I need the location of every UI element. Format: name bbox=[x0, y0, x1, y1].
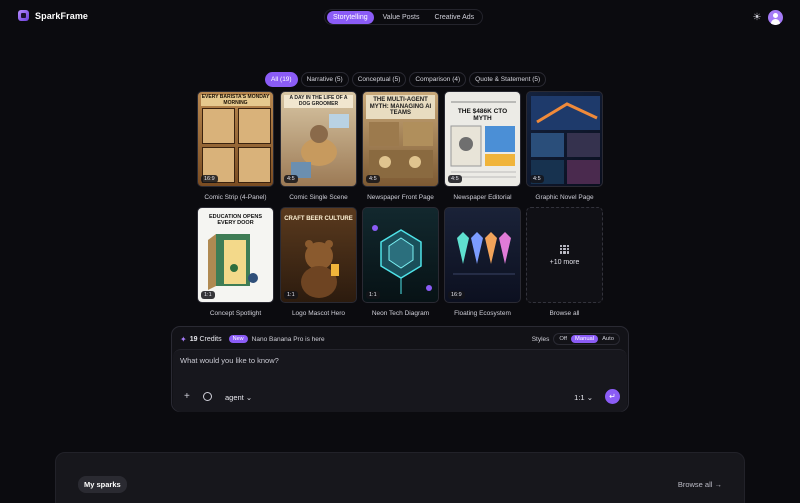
style-option-off[interactable]: Off bbox=[555, 335, 571, 343]
template-thumbnail[interactable]: THE $486K CTO MYTH 4:5 bbox=[444, 91, 521, 187]
filter-pills: All (19) Narrative (5) Conceptual (5) Co… bbox=[265, 72, 547, 87]
template-caption: Comic Single Scene bbox=[289, 194, 348, 201]
prompt-toolbar: ✦ 19 Credits New Nano Banana Pro is here… bbox=[180, 333, 620, 345]
chevron-down-icon: ⌄ bbox=[586, 393, 593, 402]
graphic-novel-illustration bbox=[531, 96, 600, 184]
category-tabs: Storytelling Value Posts Creative Ads bbox=[324, 9, 484, 25]
prompt-input[interactable] bbox=[180, 356, 580, 365]
styles-segmented-control: Off Manual Auto bbox=[553, 333, 620, 345]
template-caption: Newspaper Front Page bbox=[367, 194, 434, 201]
template-caption: Concept Spotlight bbox=[209, 310, 262, 317]
template-card-newspaper-front-page[interactable]: THE MULTI-AGENT MYTH: MANAGING AI TEAMS … bbox=[362, 91, 439, 201]
aspect-ratio-badge: 4:5 bbox=[284, 175, 298, 183]
newspaper-collage-illustration bbox=[369, 122, 433, 178]
prompt-input-area: + agent ⌄ 1:1 ⌄ ↵ bbox=[173, 349, 627, 412]
brand-name: SparkFrame bbox=[35, 10, 89, 21]
template-thumbnail[interactable]: 4:5 bbox=[526, 91, 603, 187]
template-card-floating-ecosystem[interactable]: 16:9 Floating Ecosystem bbox=[444, 207, 521, 317]
aspect-ratio-badge: 4:5 bbox=[448, 175, 462, 183]
template-thumbnail[interactable]: A DAY IN THE LIFE OF A DOG GROOMER 4:5 bbox=[280, 91, 357, 187]
more-templates-tile[interactable]: +10 more bbox=[526, 207, 603, 303]
browse-all-card[interactable]: +10 more Browse all bbox=[526, 207, 603, 317]
template-card-newspaper-editorial[interactable]: THE $486K CTO MYTH 4:5 Newspaper Editori… bbox=[444, 91, 521, 201]
user-avatar[interactable] bbox=[768, 10, 783, 25]
template-card-comic-strip[interactable]: EVERY BARISTA'S MONDAY MORNING 16:9 Comi… bbox=[197, 91, 274, 201]
prompt-composer: ✦ 19 Credits New Nano Banana Pro is here… bbox=[171, 326, 629, 412]
new-badge: New bbox=[228, 335, 248, 343]
chevron-down-icon: ⌄ bbox=[245, 393, 253, 402]
filter-narrative[interactable]: Narrative (5) bbox=[300, 72, 349, 87]
bear-mascot-illustration bbox=[301, 240, 339, 298]
aspect-ratio-badge: 16:9 bbox=[448, 291, 465, 299]
add-attachment-plus-icon[interactable]: + bbox=[184, 391, 190, 402]
template-card-graphic-novel-page[interactable]: 4:5 Graphic Novel Page bbox=[526, 91, 603, 201]
mode-label: agent bbox=[225, 393, 244, 402]
open-door-illustration bbox=[208, 234, 258, 290]
my-sparks-panel: My sparks Browse all → bbox=[55, 452, 745, 503]
template-thumbnail[interactable]: EDUCATION OPENS EVERY DOOR 1:1 bbox=[197, 207, 274, 303]
credits-count: 19 bbox=[189, 335, 198, 343]
thumbnail-art-text: EVERY BARISTA'S MONDAY MORNING bbox=[201, 94, 270, 106]
template-thumbnail[interactable]: THE MULTI-AGENT MYTH: MANAGING AI TEAMS … bbox=[362, 91, 439, 187]
aspect-ratio-badge: 4:5 bbox=[366, 175, 380, 183]
template-card-concept-spotlight[interactable]: EDUCATION OPENS EVERY DOOR 1:1 Concept S… bbox=[197, 207, 274, 317]
template-caption: Floating Ecosystem bbox=[454, 310, 511, 317]
template-caption: Comic Strip (4-Panel) bbox=[204, 194, 267, 201]
tab-value-posts[interactable]: Value Posts bbox=[377, 11, 426, 24]
aspect-ratio-selector[interactable]: 1:1 ⌄ bbox=[574, 393, 593, 402]
more-count-label: +10 more bbox=[549, 258, 580, 266]
comic-scene-illustration bbox=[291, 114, 349, 178]
template-card-comic-single-scene[interactable]: A DAY IN THE LIFE OF A DOG GROOMER 4:5 C… bbox=[280, 91, 357, 201]
browse-all-caption: Browse all bbox=[549, 310, 580, 317]
filter-conceptual[interactable]: Conceptual (5) bbox=[351, 72, 407, 87]
aspect-ratio-badge: 1:1 bbox=[284, 291, 298, 299]
aspect-ratio-label: 1:1 bbox=[574, 393, 585, 402]
template-caption: Graphic Novel Page bbox=[535, 194, 594, 201]
template-card-logo-mascot-hero[interactable]: CRAFT BEER CULTURE 1:1 Logo Mascot Hero bbox=[280, 207, 357, 317]
mode-selector[interactable]: agent ⌄ bbox=[225, 393, 252, 402]
aspect-ratio-badge: 16:9 bbox=[201, 175, 218, 183]
browse-all-link[interactable]: Browse all → bbox=[678, 480, 722, 489]
palette-icon[interactable] bbox=[203, 392, 212, 401]
template-caption: Logo Mascot Hero bbox=[291, 310, 346, 317]
template-card-neon-tech-diagram[interactable]: 1:1 Neon Tech Diagram bbox=[362, 207, 439, 317]
aspect-ratio-badge: 1:1 bbox=[201, 291, 215, 299]
grid-icon bbox=[560, 244, 569, 254]
credits-display: 19 Credits bbox=[190, 336, 222, 343]
top-bar: SparkFrame Storytelling Value Posts Crea… bbox=[0, 0, 800, 34]
style-option-manual[interactable]: Manual bbox=[571, 335, 599, 343]
send-button[interactable]: ↵ bbox=[605, 389, 620, 404]
styles-control: Styles Off Manual Auto bbox=[532, 333, 620, 345]
editorial-illustration bbox=[450, 101, 516, 178]
sparkframe-logo-icon bbox=[18, 10, 29, 21]
template-thumbnail[interactable]: 16:9 bbox=[444, 207, 521, 303]
aspect-ratio-badge: 1:1 bbox=[366, 291, 380, 299]
tab-creative-ads[interactable]: Creative Ads bbox=[428, 11, 480, 24]
theme-toggle-sun-icon[interactable]: ☀ bbox=[751, 11, 763, 23]
sparkle-icon: ✦ bbox=[180, 334, 187, 344]
filter-all[interactable]: All (19) bbox=[265, 72, 298, 87]
brand[interactable]: SparkFrame bbox=[18, 10, 88, 21]
enter-arrow-icon: ↵ bbox=[609, 392, 616, 401]
style-option-auto[interactable]: Auto bbox=[598, 335, 618, 343]
template-caption: Newspaper Editorial bbox=[453, 194, 512, 201]
floating-crystals-illustration bbox=[453, 232, 515, 275]
tab-storytelling[interactable]: Storytelling bbox=[327, 10, 374, 24]
filter-quote-statement[interactable]: Quote & Statement (5) bbox=[469, 72, 547, 87]
filter-comparison[interactable]: Comparison (4) bbox=[409, 72, 467, 87]
template-thumbnail[interactable]: CRAFT BEER CULTURE 1:1 bbox=[280, 207, 357, 303]
credits-label: Credits bbox=[199, 335, 222, 343]
template-caption: Neon Tech Diagram bbox=[371, 310, 430, 317]
template-thumbnail[interactable]: 1:1 bbox=[362, 207, 439, 303]
announcement-text[interactable]: Nano Banana Pro is here bbox=[252, 336, 325, 343]
my-sparks-tab[interactable]: My sparks bbox=[78, 476, 127, 493]
aspect-ratio-badge: 4:5 bbox=[530, 175, 544, 183]
styles-label: Styles bbox=[531, 335, 550, 343]
template-thumbnail[interactable]: EVERY BARISTA'S MONDAY MORNING 16:9 bbox=[197, 91, 274, 187]
neon-cube-illustration bbox=[372, 225, 432, 294]
